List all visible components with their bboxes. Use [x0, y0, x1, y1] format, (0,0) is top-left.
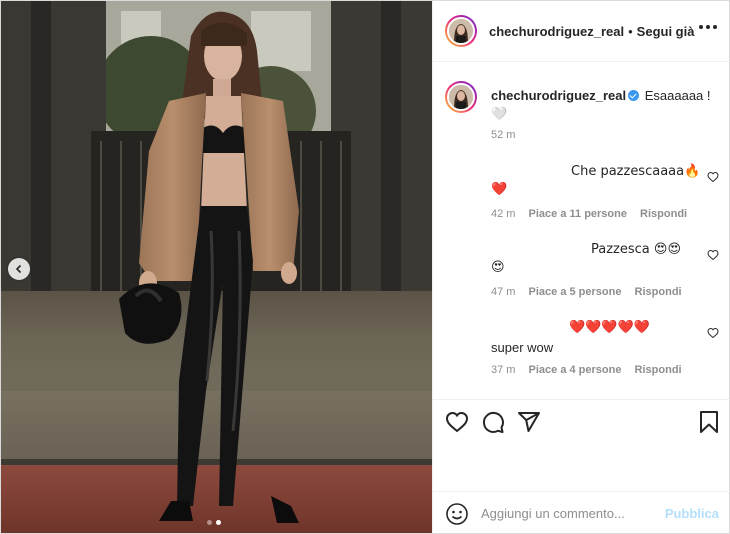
- post-header: chechurodriguez_real • Segui già: [433, 1, 730, 62]
- comment-time[interactable]: 47 m: [491, 286, 515, 298]
- comment-time[interactable]: 37 m: [491, 364, 515, 376]
- comment-text: super wow: [491, 340, 554, 355]
- instagram-post: chechurodriguez_real • Segui già chechur…: [0, 0, 730, 534]
- carousel-prev-button[interactable]: [8, 258, 30, 280]
- comment-meta: 37 m Piace a 4 persone Rispondi: [491, 364, 692, 376]
- comment-hearts: ❤️❤️❤️❤️❤️: [569, 320, 650, 335]
- comment-meta: 42 m Piace a 11 persone Rispondi: [491, 208, 697, 220]
- carousel-dot: [207, 520, 212, 525]
- comment-likes[interactable]: Piace a 11 persone: [529, 208, 627, 220]
- comment-reply-button[interactable]: Rispondi: [640, 208, 687, 220]
- caption-emoji: 🤍: [491, 107, 508, 122]
- comment-like-heart-icon[interactable]: [707, 327, 719, 339]
- comment-item: Pazzesca 😍😍 😍: [491, 241, 711, 277]
- comment-icon[interactable]: [481, 410, 505, 434]
- emoji-icon[interactable]: [445, 502, 469, 526]
- caption-username[interactable]: chechurodriguez_real: [491, 88, 626, 103]
- comment-time[interactable]: 42 m: [491, 208, 515, 220]
- avatar-image: [449, 19, 473, 43]
- carousel-dot-active: [216, 520, 221, 525]
- more-icon[interactable]: [699, 25, 717, 29]
- avatar[interactable]: [445, 15, 477, 47]
- comment-text: Pazzesca 😍😍: [591, 242, 681, 257]
- caption-avatar[interactable]: [445, 81, 477, 113]
- bookmark-icon[interactable]: [697, 410, 721, 434]
- comment-emoji-line: 😍: [491, 260, 505, 275]
- share-icon[interactable]: [517, 410, 541, 434]
- header-username[interactable]: chechurodriguez_real: [489, 24, 624, 39]
- caption-text-block: chechurodriguez_real Esaaaaaa ! 🤍: [491, 87, 721, 124]
- comment-item: Che pazzescaaaa🔥 ❤️: [491, 163, 711, 199]
- comment-reply-button[interactable]: Rispondi: [635, 364, 682, 376]
- post-photo[interactable]: [1, 1, 432, 533]
- follow-status-button[interactable]: Segui già: [637, 24, 695, 39]
- comment-like-heart-icon[interactable]: [707, 171, 719, 183]
- comment-emoji-line: ❤️: [491, 182, 508, 197]
- publish-button[interactable]: Pubblica: [665, 506, 719, 521]
- avatar-image: [449, 85, 473, 109]
- comment-likes[interactable]: Piace a 4 persone: [529, 364, 622, 376]
- comment-item: ❤️❤️❤️❤️❤️ super wow: [491, 319, 711, 357]
- add-comment-input[interactable]: [481, 503, 661, 523]
- comment-reply-button[interactable]: Rispondi: [635, 286, 682, 298]
- verified-badge-icon: [628, 90, 640, 101]
- comment-text: Che pazzescaaaa🔥: [571, 164, 701, 179]
- post-panel: chechurodriguez_real • Segui già chechur…: [432, 1, 730, 533]
- header-separator: •: [628, 23, 633, 39]
- comments-section: chechurodriguez_real Esaaaaaa ! 🤍 52 m C…: [433, 63, 730, 399]
- add-comment-bar: Pubblica: [433, 491, 730, 533]
- photo-scene: [1, 1, 432, 533]
- comment-meta: 47 m Piace a 5 persone Rispondi: [491, 286, 692, 298]
- caption-meta: 52 m: [491, 129, 525, 141]
- heart-icon[interactable]: [445, 410, 469, 434]
- caption-text: Esaaaaaa !: [644, 88, 711, 103]
- post-actions: [433, 399, 730, 443]
- comment-likes[interactable]: Piace a 5 persone: [529, 286, 622, 298]
- comment-like-heart-icon[interactable]: [707, 249, 719, 261]
- caption-time[interactable]: 52 m: [491, 129, 515, 141]
- chevron-left-icon: [15, 264, 22, 274]
- carousel-indicator: [207, 520, 221, 525]
